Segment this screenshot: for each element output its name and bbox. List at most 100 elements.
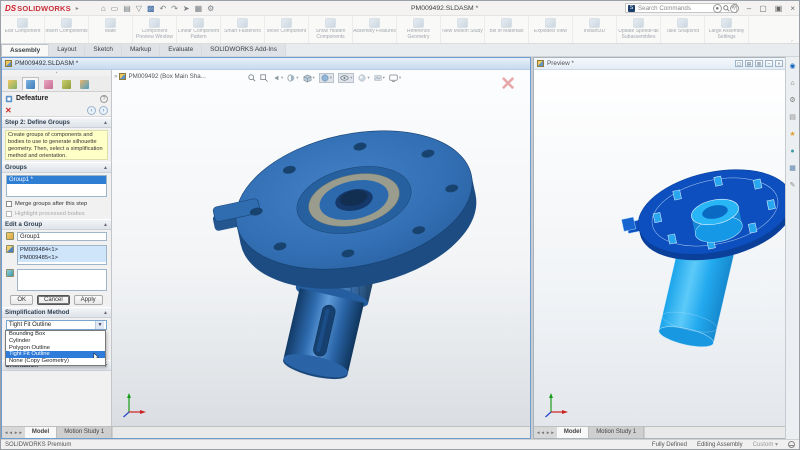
main-document-window: PM009492.SLDASM * ▪ Defeature ? [1,57,531,439]
preview-graphics-viewport[interactable] [534,70,786,426]
ribbon-button-insert-components[interactable]: Insert Components [45,16,89,43]
step-section-header[interactable]: Step 2: Define Groups▲ [2,117,111,128]
simplification-section-header[interactable]: Simplification Method▲ [2,307,111,318]
tab-sketch[interactable]: Sketch [85,44,122,56]
cancel-button[interactable]: Cancel [37,295,70,305]
groups-section-header[interactable]: Groups▲ [2,162,111,173]
ribbon-button-assembly-features[interactable]: Assembly Features [353,16,397,43]
tab-configurationmanager-icon[interactable] [40,77,57,91]
ribbon-button-new-motion-study[interactable]: New Motion Study [441,16,485,43]
cloud-services-icon[interactable]: ⚙ [788,95,798,105]
pm-back-step-icon[interactable]: ‹ [87,106,96,115]
ribbon-button-edit-component[interactable]: Edit Component [1,16,45,43]
motion-study-tab[interactable]: Motion Study 1 [57,427,112,438]
appearances-icon[interactable]: ● [788,146,798,156]
ribbon-button-component-preview-window[interactable]: Component Preview Window [133,16,177,43]
view-palette-icon[interactable]: ▦ [788,163,798,173]
combobox-dropdown-icon[interactable]: ▼ [95,321,104,329]
ribbon-button-large-assembly-settings[interactable]: Large Assembly Settings [705,16,749,43]
bodies-icon [6,269,14,277]
tab-propertymanager-icon[interactable] [22,77,39,91]
home-icon[interactable]: ⌂ [101,4,106,13]
license-label: SOLIDWORKS Premium [5,442,71,448]
model-tab[interactable]: Model [25,427,57,438]
tab-assembly[interactable]: Assembly [1,44,49,56]
ribbon-button-linear-component-pattern[interactable]: Linear Component Pattern [177,16,221,43]
dropdown-option-cylinder[interactable]: Cylinder [6,338,105,345]
new-document-icon[interactable]: ▭ [111,4,119,13]
tab-solidworks-add-ins[interactable]: SOLIDWORKS Add-Ins [202,44,286,56]
file-explorer-icon[interactable]: ▤ [788,112,798,122]
ribbon-button-mate[interactable]: Mate [89,16,133,43]
minimize-window-icon[interactable]: – [765,60,773,67]
tab-markup[interactable]: Markup [122,44,160,56]
ribbon-button-exploded-view[interactable]: Exploded View [529,16,573,43]
save-icon[interactable]: ▽ [136,4,142,13]
status-globe-icon[interactable] [788,441,795,448]
ribbon-button-instant3d[interactable]: Instant3D [573,16,617,43]
edit-group-section-header[interactable]: Edit a Group▲ [2,219,111,230]
custom-properties-icon[interactable]: ✎ [788,180,798,190]
tab-featuremanager-tree-icon[interactable] [4,77,21,91]
ribbon-button-update-speedpak[interactable]: Update SpeedPak Subassemblies [617,16,661,43]
ribbon-collapse-icon[interactable]: ˏ [791,35,793,42]
tab-layout[interactable]: Layout [49,44,85,56]
tab-evaluate[interactable]: Evaluate [160,44,202,56]
merge-groups-checkbox[interactable] [6,201,12,207]
tile-vertical-icon[interactable]: ▥ [755,60,763,67]
simplification-method-combobox[interactable]: Tight Fit Outline ▼ [6,320,107,330]
ribbon-button-show-hidden-components[interactable]: Show Hidden Components [309,16,353,43]
component-list-item[interactable]: PM009485<1> [18,254,106,262]
component-list-item[interactable]: PM009484<1> [18,246,106,254]
options-gear-icon[interactable]: ⚙ [207,4,214,13]
custom-units-dropdown[interactable]: Custom ▾ [753,441,778,448]
cascade-windows-icon[interactable]: ▢ [735,60,743,67]
dropdown-option-polygon-outline[interactable]: Polygon Outline [6,345,105,352]
select-icon[interactable]: ➤ [183,4,190,13]
ribbon-button-smart-fasteners[interactable]: Smart Fasteners [221,16,265,43]
minimize-icon[interactable]: – [747,4,751,13]
print-icon[interactable]: ▩ [147,4,155,13]
groups-list[interactable]: Group1 * [6,175,107,197]
logo-menu-arrow-icon[interactable]: ▸ [76,5,79,12]
ok-button[interactable]: OK [10,295,33,305]
close-window-icon[interactable]: × [775,60,783,67]
display-pane-icon[interactable]: ▦ [195,4,203,13]
ribbon-button-reference-geometry[interactable]: Reference Geometry [397,16,441,43]
help-icon[interactable]: ? [730,4,739,13]
ribbon-button-bill-of-materials[interactable]: Bill of Materials [485,16,529,43]
motion-study-tab[interactable]: Motion Study 1 [589,427,644,438]
pm-next-step-icon[interactable]: › [99,106,108,115]
ribbon-button-take-snapshot[interactable]: Take Snapshot [661,16,705,43]
redo-icon[interactable]: ↷ [171,4,178,13]
tab-strip-filler [644,427,786,438]
user-icon[interactable]: ● [713,4,722,13]
group-name-input[interactable]: Group1 [17,232,107,241]
merge-groups-checkbox-row[interactable]: Merge groups after this step [2,199,111,209]
pm-help-icon[interactable]: ? [100,95,108,103]
pm-cancel-icon[interactable]: ✕ [5,106,12,115]
main-graphics-viewport[interactable]: » PM009492 (Box Main Sha... ▾ ▾ ▾ ▾ ▾ ▾ … [112,70,530,426]
open-icon[interactable]: ▤ [123,4,131,13]
3dexperience-icon[interactable]: ◉ [788,61,798,71]
dropdown-option-bounding-box[interactable]: Bounding Box [6,331,105,338]
dropdown-option-none-copy-geometry[interactable]: None (Copy Geometry) [6,358,105,365]
design-library-icon[interactable]: ★ [788,129,798,139]
tile-windows-icon[interactable]: ▣ [775,4,783,13]
dropdown-option-tight-fit-outline[interactable]: Tight Fit Outline [6,351,105,358]
tab-dimxpertmanager-icon[interactable] [58,77,75,91]
group-components-list[interactable]: PM009484<1> PM009485<1> [17,245,107,265]
undo-icon[interactable]: ↶ [160,4,167,13]
ribbon-button-move-component[interactable]: Move Component [265,16,309,43]
tab-scroll-buttons[interactable]: ◄◄►► [2,430,25,435]
model-tab[interactable]: Model [557,427,589,438]
group-bodies-list[interactable] [17,269,107,291]
tab-scroll-buttons[interactable]: ◄◄►► [534,430,557,435]
tile-horizontal-icon[interactable]: ▤ [745,60,753,67]
home-taskpane-icon[interactable]: ⌂ [788,78,798,88]
restore-icon[interactable]: ▢ [759,4,767,13]
apply-button[interactable]: Apply [74,295,103,305]
group-list-item[interactable]: Group1 * [7,176,106,184]
close-icon[interactable]: × [790,4,795,13]
tab-displaymanager-icon[interactable] [76,77,93,91]
